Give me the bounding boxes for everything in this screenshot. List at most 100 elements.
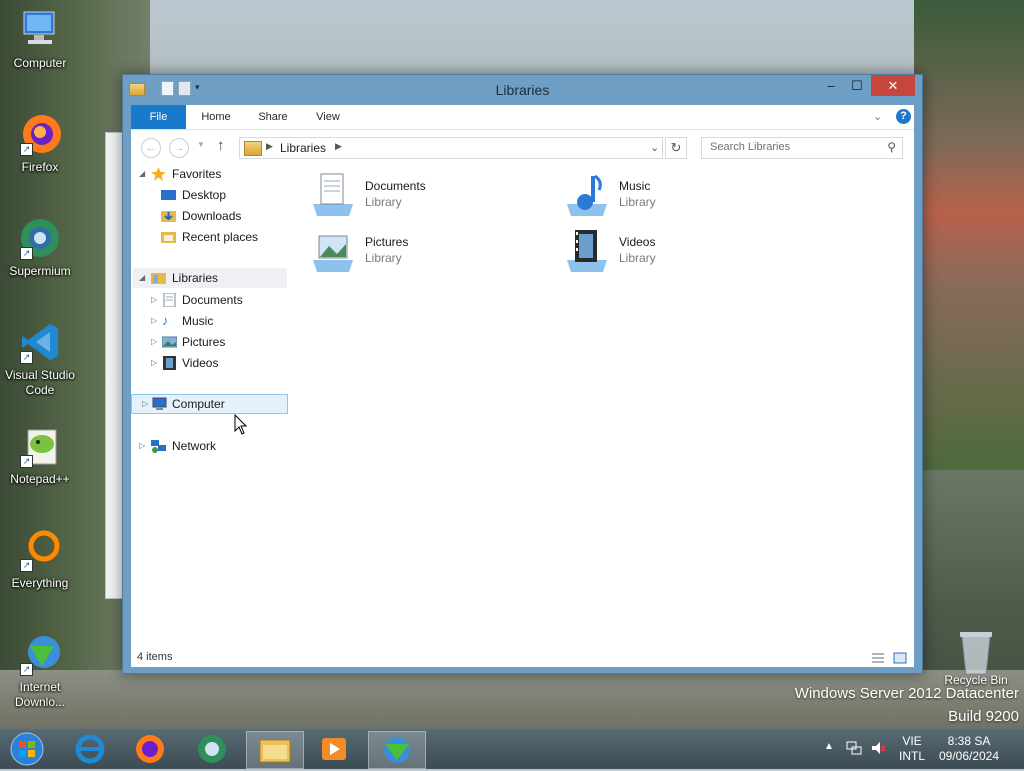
desktop-icon-firefox[interactable]: ↗ Firefox — [0, 112, 80, 175]
videos-icon — [162, 356, 177, 370]
minimize-button[interactable]: – — [818, 75, 844, 96]
tree-item-desktop[interactable]: Desktop — [161, 185, 287, 205]
breadcrumb-chevron-icon[interactable]: ▶ — [266, 141, 273, 152]
computer-icon — [152, 397, 167, 411]
desktop-icon-idm[interactable]: ↗ Internet Downlo... — [0, 632, 80, 710]
downloads-icon — [161, 209, 176, 223]
desktop-icon-recycle-bin[interactable]: Recycle Bin — [936, 630, 1016, 687]
details-view-icon[interactable] — [871, 652, 885, 664]
desktop-icon-label: Internet Downlo... — [14, 680, 66, 709]
up-button[interactable]: ↑ — [217, 137, 225, 154]
collapse-arrow-icon[interactable]: ◢ — [139, 164, 149, 184]
tree-label: Music — [182, 314, 214, 328]
libraries-icon — [151, 271, 166, 285]
taskbar-internet-download-manager[interactable] — [368, 731, 426, 769]
everything-icon: ↗ — [18, 528, 62, 572]
desktop-icon-everything[interactable]: ↗ Everything — [0, 528, 80, 591]
expand-arrow-icon[interactable]: ▷ — [142, 395, 152, 413]
taskbar-file-explorer[interactable] — [246, 731, 304, 769]
library-name: Documents — [365, 179, 426, 193]
tree-label: Network — [172, 439, 217, 453]
libraries-icon — [244, 141, 262, 156]
tab-home[interactable]: Home — [189, 105, 243, 129]
search-input[interactable]: Search Libraries ⚲ — [701, 137, 903, 159]
os-watermark-edition: Windows Server 2012 Datacenter — [794, 685, 1019, 702]
library-item-pictures[interactable]: Pictures Library — [309, 228, 549, 278]
library-type: Library — [619, 251, 656, 265]
library-item-documents[interactable]: Documents Library — [309, 172, 549, 222]
tree-item-favorites[interactable]: ◢ Favorites — [139, 164, 287, 184]
star-icon — [151, 167, 166, 181]
breadcrumb-chevron-icon[interactable]: ▶ — [335, 141, 342, 152]
music-library-icon — [563, 172, 611, 218]
library-item-videos[interactable]: Videos Library — [563, 228, 803, 278]
tree-label: Desktop — [182, 188, 227, 202]
tree-item-recent-places[interactable]: Recent places — [161, 227, 287, 247]
expand-ribbon-icon[interactable]: ⌄ — [873, 110, 882, 123]
large-icons-view-icon[interactable] — [893, 652, 907, 664]
clock[interactable]: 8:38 SA 09/06/2024 — [934, 734, 1004, 764]
maximize-button[interactable]: ☐ — [844, 75, 870, 96]
tab-share[interactable]: Share — [247, 105, 299, 129]
tree-label: Computer — [172, 397, 225, 411]
refresh-button[interactable]: ↻ — [665, 137, 687, 159]
recent-places-icon — [161, 230, 176, 244]
tree-item-documents[interactable]: ▷ Documents — [151, 290, 287, 310]
library-type: Library — [365, 251, 402, 265]
expand-arrow-icon[interactable]: ▷ — [151, 311, 161, 331]
explorer-window[interactable]: ▾ Libraries – ☐ ✕ File Home Share View ⌄… — [122, 74, 923, 674]
desktop-icon-label: Notepad++ — [10, 472, 70, 486]
tree-item-music[interactable]: ▷ ♪ Music — [151, 311, 287, 331]
forward-button[interactable]: → — [169, 138, 189, 158]
recent-locations-chevron-icon[interactable]: ▼ — [197, 140, 205, 149]
desktop-icon-label: Visual Studio Code — [5, 368, 75, 397]
collapse-arrow-icon[interactable]: ◢ — [139, 268, 149, 288]
search-icon[interactable]: ⚲ — [887, 140, 896, 154]
taskbar-media-player[interactable] — [306, 731, 362, 767]
desktop-icon-label: Supermium — [9, 264, 71, 278]
desktop-icon-vscode[interactable]: ↗ Visual Studio Code — [0, 320, 80, 398]
breadcrumb-libraries[interactable]: Libraries — [280, 141, 326, 155]
address-bar[interactable]: ▶ Libraries ▶ ⌄ — [239, 137, 663, 159]
tab-file[interactable]: File — [131, 105, 186, 129]
tab-view[interactable]: View — [303, 105, 353, 129]
tree-label: Favorites — [172, 167, 222, 181]
taskbar-internet-explorer[interactable] — [62, 731, 118, 767]
network-icon — [151, 439, 166, 453]
title-bar[interactable]: ▾ Libraries – ☐ ✕ — [123, 75, 922, 105]
desktop-icon-computer[interactable]: Computer — [0, 8, 80, 71]
tree-item-network[interactable]: ▷ Network — [139, 436, 287, 456]
computer-icon — [18, 8, 62, 52]
help-button[interactable]: ? — [896, 109, 911, 124]
library-name: Music — [619, 179, 651, 193]
window-title: Libraries — [495, 82, 550, 98]
expand-arrow-icon[interactable]: ▷ — [139, 436, 149, 456]
tree-item-pictures[interactable]: ▷ Pictures — [151, 332, 287, 352]
volume-muted-icon[interactable] — [870, 740, 886, 759]
expand-arrow-icon[interactable]: ▷ — [151, 332, 161, 352]
expand-arrow-icon[interactable]: ▷ — [151, 353, 161, 373]
search-placeholder: Search Libraries — [710, 141, 791, 153]
shortcut-arrow-icon: ↗ — [20, 455, 33, 468]
library-item-music[interactable]: Music Library — [563, 172, 803, 222]
address-dropdown-icon[interactable]: ⌄ — [650, 141, 659, 154]
start-button[interactable] — [2, 731, 58, 767]
taskbar-firefox[interactable] — [122, 731, 178, 767]
expand-arrow-icon[interactable]: ▷ — [151, 290, 161, 310]
desktop-icon-notepadpp[interactable]: ↗ Notepad++ — [0, 424, 80, 487]
network-tray-icon[interactable] — [846, 740, 862, 759]
show-hidden-icons-button[interactable]: ▲ — [824, 741, 834, 752]
supermium-icon — [198, 735, 226, 763]
input-language-indicator[interactable]: VIE INTL — [898, 734, 926, 764]
tree-label: Recent places — [182, 230, 259, 244]
tree-item-downloads[interactable]: Downloads — [161, 206, 287, 226]
close-button[interactable]: ✕ — [871, 75, 915, 96]
notepadpp-icon: ↗ — [18, 424, 62, 468]
tree-item-libraries[interactable]: ◢ Libraries — [133, 268, 287, 288]
tree-item-videos[interactable]: ▷ Videos — [151, 353, 287, 373]
desktop-icon-supermium[interactable]: ↗ Supermium — [0, 216, 80, 279]
back-button[interactable]: ← — [141, 138, 161, 158]
tree-item-computer[interactable]: ▷ Computer — [131, 394, 288, 414]
library-type: Library — [365, 195, 402, 209]
taskbar-supermium[interactable] — [184, 731, 240, 767]
